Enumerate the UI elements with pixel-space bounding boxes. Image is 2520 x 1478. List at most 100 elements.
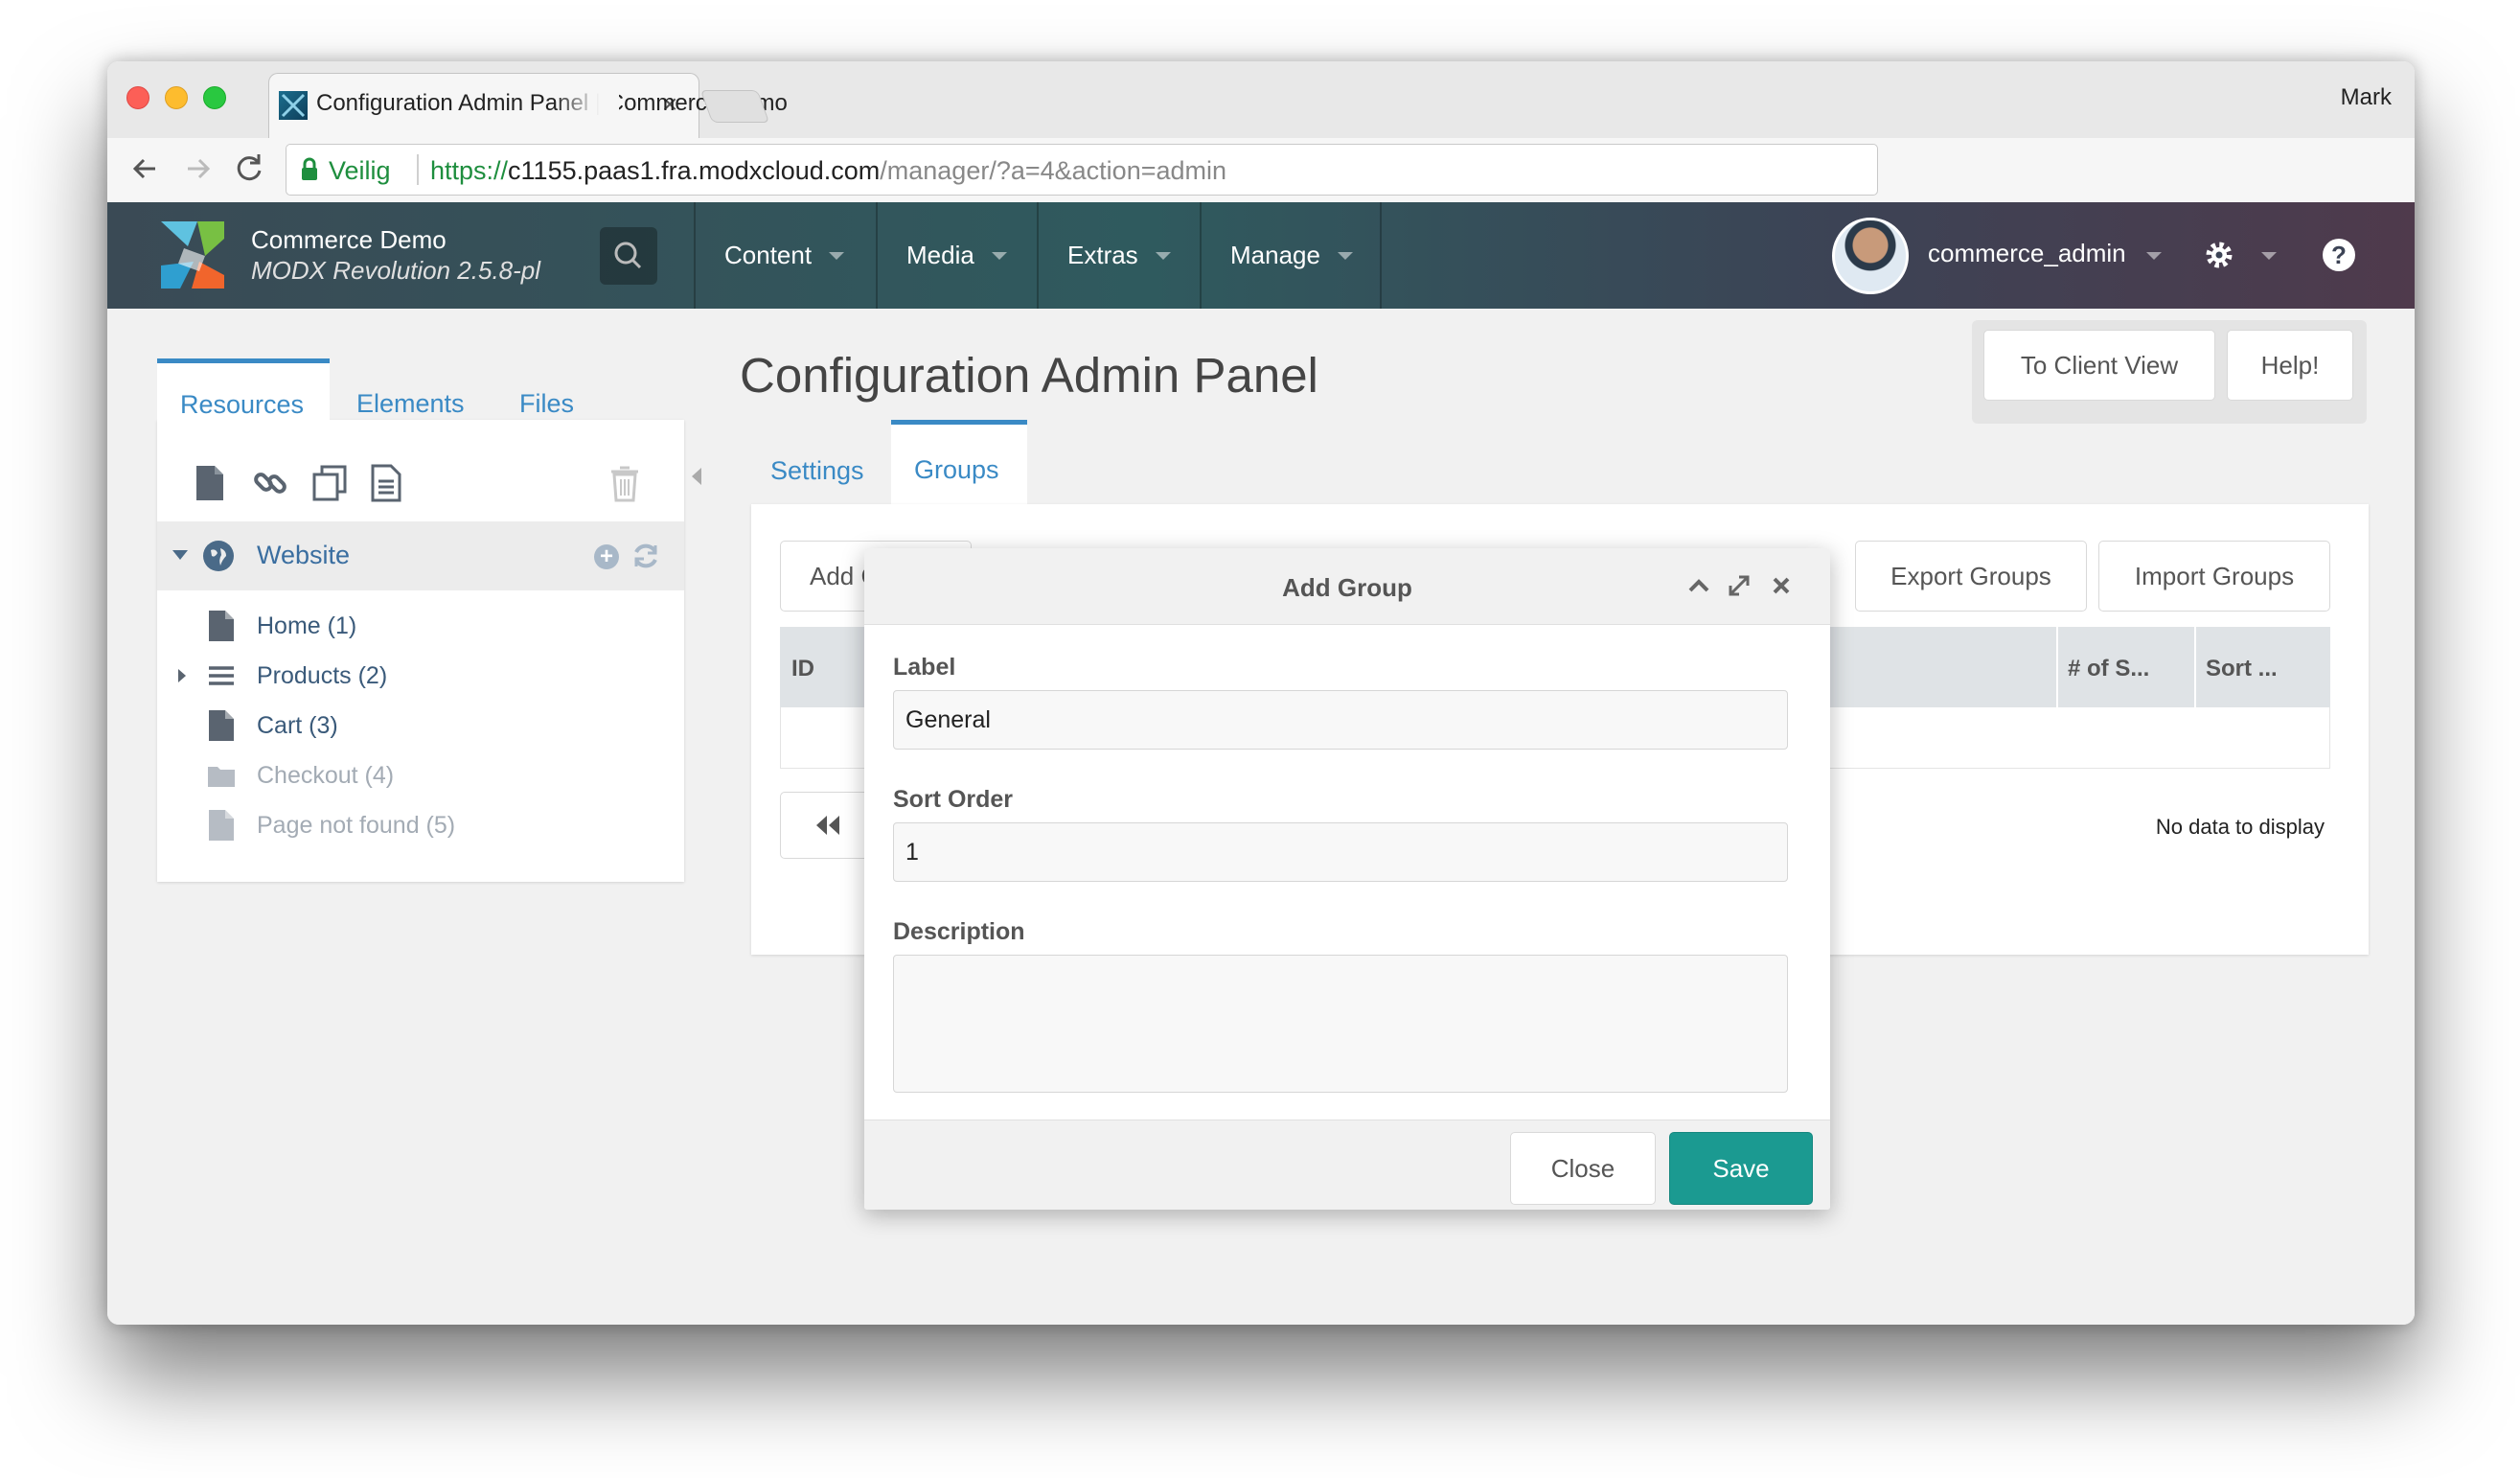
menu-manage-label: Manage <box>1230 241 1320 269</box>
modx-logo-icon[interactable] <box>155 218 230 292</box>
sidebar: Resources Elements Files Website + Home … <box>157 358 701 882</box>
gear-icon[interactable] <box>2202 238 2236 272</box>
new-static-resource-icon[interactable] <box>370 464 402 502</box>
site-name[interactable]: Commerce Demo <box>251 225 447 255</box>
tree-item-label: Checkout (4) <box>257 762 395 789</box>
first-page-button[interactable] <box>780 792 876 859</box>
username[interactable]: commerce_admin <box>1928 239 2126 268</box>
forward-arrow-icon[interactable] <box>176 148 218 190</box>
chevron-down-icon <box>1155 251 1171 260</box>
maximize-window-button[interactable] <box>203 86 226 109</box>
browser-chrome: × Configuration Admin Panel | Commerce D… <box>107 61 2415 245</box>
save-button[interactable]: Save <box>1669 1132 1813 1205</box>
new-weblink-icon[interactable] <box>251 464 289 502</box>
add-group-dialog: Add Group Label General Sort Order 1 Des… <box>864 548 1830 1210</box>
tree-item-label: Products (2) <box>257 662 388 689</box>
browser-window: × Configuration Admin Panel | Commerce D… <box>107 61 2415 1325</box>
list-icon <box>207 659 236 692</box>
url-text: https://c1155.paas1.fra.modxcloud.com/ma… <box>430 156 1226 186</box>
close-button[interactable]: Close <box>1510 1132 1656 1205</box>
label-input[interactable]: General <box>893 690 1788 750</box>
column-sort[interactable]: Sort ... <box>2206 656 2278 682</box>
minimize-window-button[interactable] <box>165 86 188 109</box>
tree-root-label: Website <box>257 541 351 569</box>
import-groups-button[interactable]: Import Groups <box>2098 541 2330 612</box>
settings-chevron-down-icon[interactable] <box>2261 252 2277 260</box>
tab-groups[interactable]: Groups <box>891 420 1027 510</box>
modx-favicon-icon <box>279 91 308 120</box>
chevron-down-icon <box>991 251 1007 260</box>
collapse-sidebar-icon[interactable] <box>692 468 701 485</box>
tab-resources-label: Resources <box>180 390 305 419</box>
menu-extras-label: Extras <box>1067 241 1138 269</box>
tab-settings[interactable]: Settings <box>751 422 880 506</box>
chevron-down-icon <box>829 251 845 260</box>
expand-caret-icon[interactable] <box>178 669 186 682</box>
user-chevron-down-icon[interactable] <box>2146 252 2162 260</box>
menu-extras[interactable]: Extras <box>1037 202 1198 309</box>
menu-media[interactable]: Media <box>876 202 1034 309</box>
expand-dialog-icon[interactable] <box>1725 571 1753 600</box>
new-document-icon[interactable] <box>194 464 226 502</box>
label-field-label: Label <box>893 654 956 681</box>
url-scheme: https:// <box>430 156 509 185</box>
column-divider <box>2056 627 2058 707</box>
double-chevron-left-icon <box>816 816 839 835</box>
document-icon <box>207 610 236 642</box>
menu-manage[interactable]: Manage <box>1200 202 1382 309</box>
tab-title-fade <box>554 88 619 119</box>
tab-resources[interactable]: Resources <box>157 358 330 439</box>
dialog-header[interactable]: Add Group <box>864 548 1830 625</box>
tree-item-label: Cart (3) <box>257 712 338 739</box>
description-field-label: Description <box>893 918 1025 945</box>
empty-grid-message: No data to display <box>2155 815 2325 839</box>
column-count[interactable]: # of S... <box>2068 656 2149 682</box>
menu-media-label: Media <box>906 241 974 269</box>
reload-icon[interactable] <box>228 148 270 190</box>
menu-content[interactable]: Content <box>694 202 871 309</box>
document-icon <box>207 809 236 842</box>
help-button[interactable]: Help! <box>2227 330 2353 401</box>
lock-icon <box>300 157 319 182</box>
url-host: c1155.paas1.fra.modxcloud.com <box>508 156 881 185</box>
folder-icon <box>207 759 236 792</box>
add-child-icon[interactable]: + <box>594 544 619 569</box>
column-id[interactable]: ID <box>791 656 814 682</box>
sort-order-field-label: Sort Order <box>893 786 1014 813</box>
document-icon <box>207 709 236 742</box>
tree-item-label: Page not found (5) <box>257 812 456 839</box>
tree-root-row[interactable]: Website + <box>157 521 684 590</box>
collapse-dialog-icon[interactable] <box>1684 571 1713 600</box>
sort-order-input[interactable]: 1 <box>893 822 1788 882</box>
client-view-button[interactable]: To Client View <box>1983 330 2215 401</box>
globe-icon <box>203 541 234 571</box>
profile-name[interactable]: Mark <box>2341 84 2392 111</box>
description-textarea[interactable] <box>893 955 1788 1093</box>
address-bar[interactable]: Veilig https://c1155.paas1.fra.modxcloud… <box>286 144 1878 196</box>
url-path: /manager/?a=4&action=admin <box>880 156 1227 185</box>
address-divider <box>417 154 419 185</box>
help-icon[interactable]: ? <box>2323 239 2355 271</box>
tab-files[interactable]: Files <box>519 389 574 419</box>
export-groups-button[interactable]: Export Groups <box>1855 541 2087 612</box>
trash-icon[interactable] <box>609 466 640 502</box>
search-button[interactable] <box>600 227 657 285</box>
back-arrow-icon[interactable] <box>125 148 167 190</box>
top-actions: To Client View Help! <box>1972 320 2367 424</box>
security-label: Veilig <box>329 156 391 185</box>
tree-item-label: Home (1) <box>257 612 357 639</box>
tab-settings-label: Settings <box>770 456 864 485</box>
refresh-icon[interactable] <box>630 541 661 571</box>
close-dialog-icon[interactable] <box>1767 571 1796 600</box>
chevron-down-icon <box>1337 251 1353 260</box>
expand-caret-icon[interactable] <box>172 550 188 560</box>
user-avatar[interactable] <box>1832 218 1909 294</box>
menu-content-label: Content <box>724 241 813 269</box>
modx-header: Commerce Demo MODX Revolution 2.5.8-pl C… <box>107 202 2415 309</box>
new-tab-button[interactable] <box>699 90 770 123</box>
close-window-button[interactable] <box>126 86 149 109</box>
column-divider <box>2194 627 2196 707</box>
new-symlink-icon[interactable] <box>310 464 349 502</box>
tab-elements[interactable]: Elements <box>356 389 465 419</box>
tab-groups-label: Groups <box>914 455 999 484</box>
